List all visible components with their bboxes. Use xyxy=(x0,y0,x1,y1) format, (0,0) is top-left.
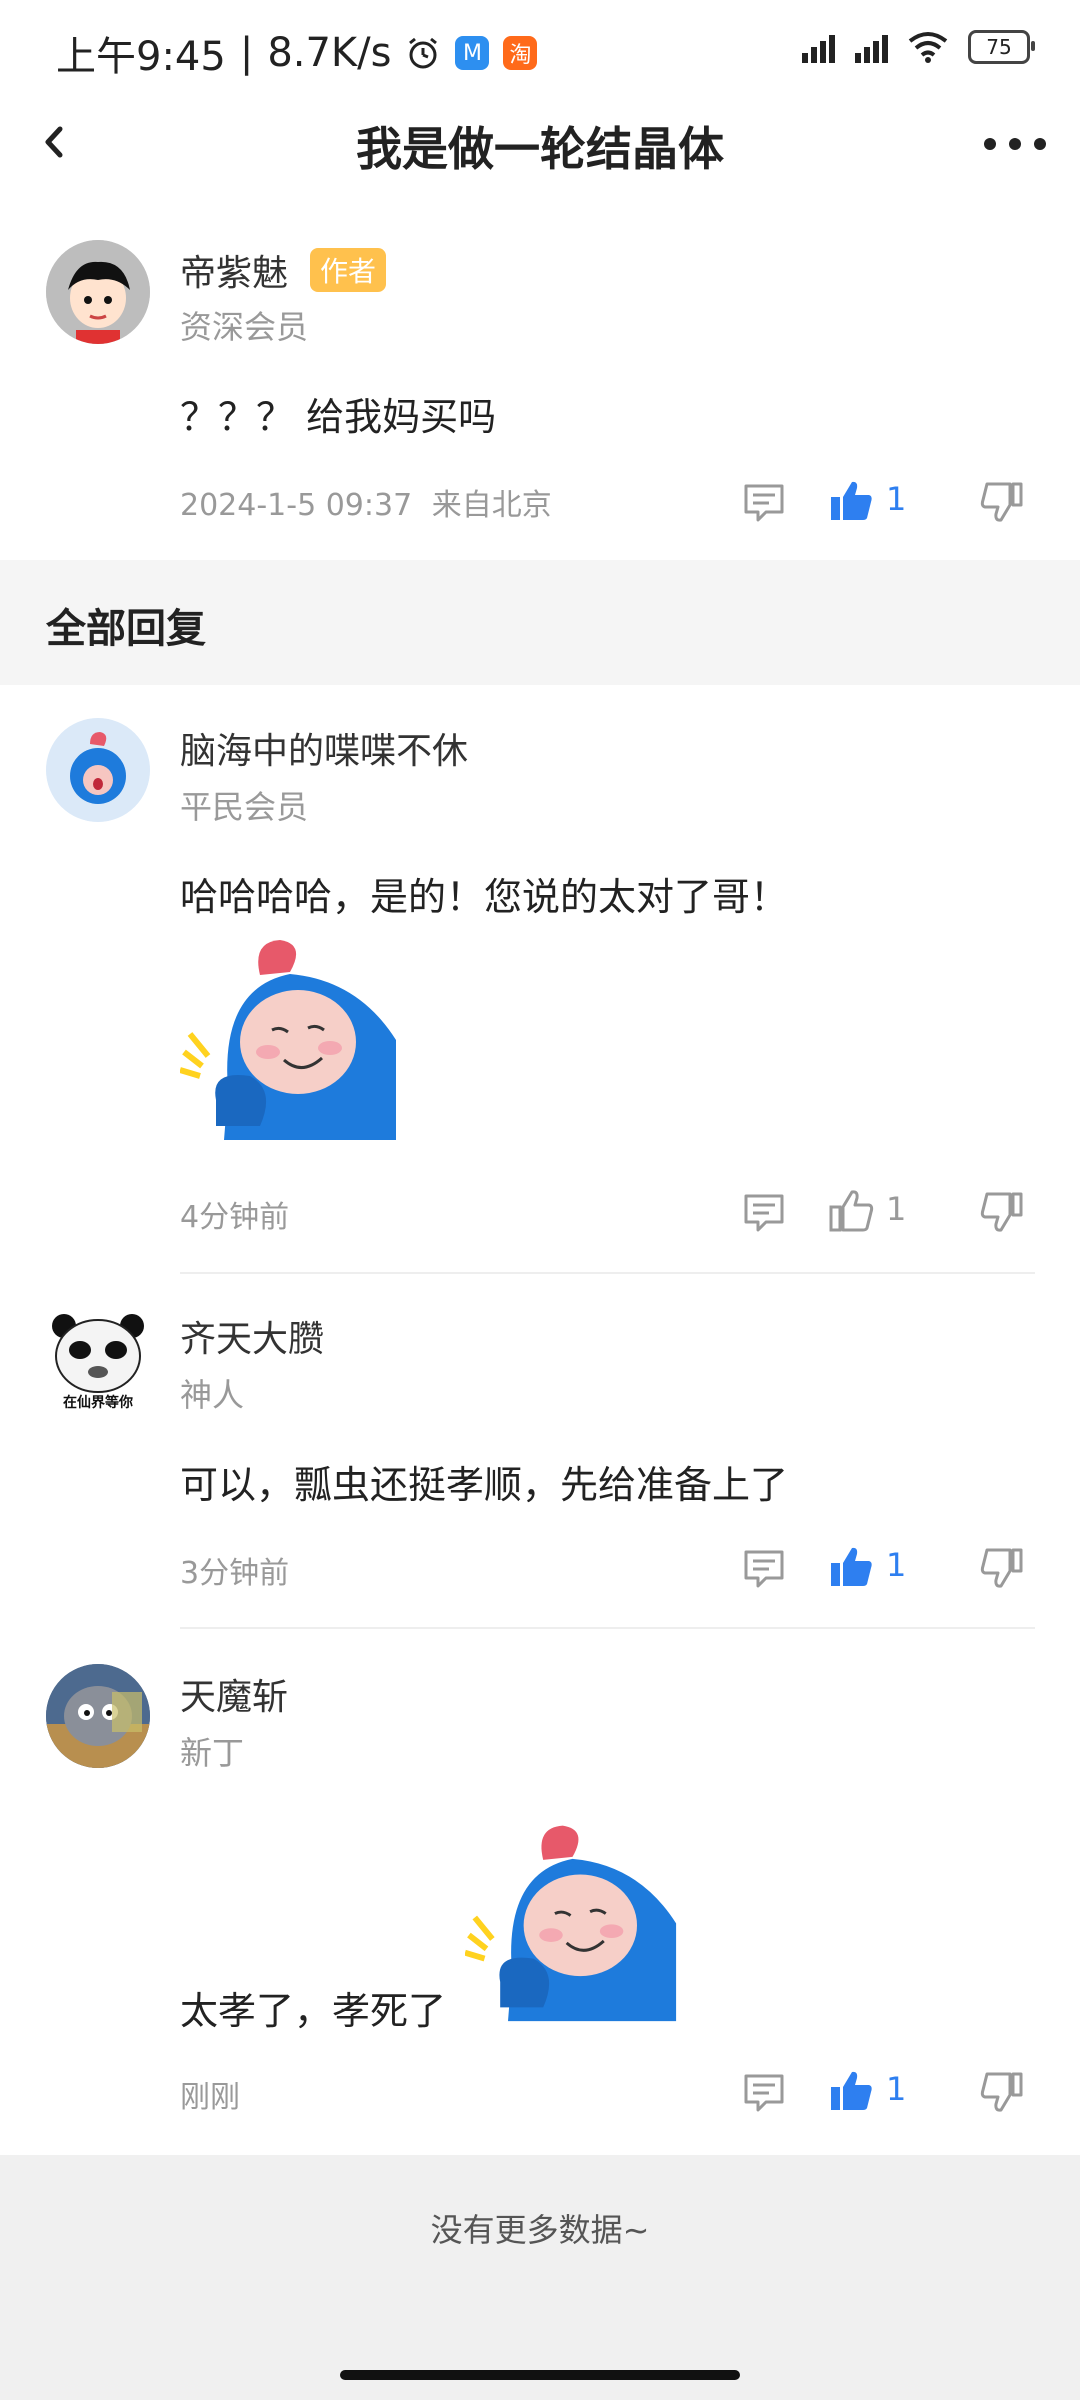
like-count: 1 xyxy=(886,2070,907,2108)
username[interactable]: 脑海中的喋喋不休 xyxy=(180,722,468,774)
dislike-icon[interactable] xyxy=(980,1190,1024,1234)
member-level: 平民会员 xyxy=(180,788,309,826)
status-bar: 上午9:45 | 8.7K/s M 淘 75 xyxy=(0,0,1080,95)
status-left: 上午9:45 | 8.7K/s M 淘 xyxy=(56,24,538,82)
page-title: 我是做一轮结晶体 xyxy=(356,122,724,176)
mascot-avatar-icon xyxy=(46,718,150,822)
divider xyxy=(180,1627,1035,1629)
section-title: 全部回复 xyxy=(46,606,206,652)
comment-icon[interactable] xyxy=(742,480,786,524)
username[interactable]: 齐天大臜 xyxy=(180,1310,324,1362)
dislike-icon[interactable] xyxy=(980,2070,1024,2114)
comment-icon[interactable] xyxy=(742,1190,786,1234)
no-more-data-text: 没有更多数据~ xyxy=(430,2211,650,2249)
status-speed: 8.7K/s xyxy=(267,30,392,76)
like-icon[interactable] xyxy=(828,1544,874,1590)
more-icon[interactable] xyxy=(980,129,1050,159)
wifi-icon xyxy=(908,32,948,63)
cartoon-avatar-icon xyxy=(46,240,150,344)
reply-content: 哈哈哈哈，是的！您说的太对了哥！ xyxy=(180,875,789,919)
alarm-icon xyxy=(409,37,438,69)
comment-meta: 2024-1-5 09:37 来自北京 xyxy=(180,480,552,524)
comment-icon[interactable] xyxy=(742,1546,786,1590)
battery-level: 75 xyxy=(986,35,1012,59)
dislike-icon[interactable] xyxy=(980,480,1024,524)
comment-datetime: 2024-1-5 09:37 xyxy=(180,488,413,523)
username[interactable]: 天魔斩 xyxy=(180,1668,288,1720)
divider xyxy=(180,1272,1035,1274)
reply-time: 3分钟前 xyxy=(180,1556,290,1591)
hug-sticker-image xyxy=(465,1815,680,2022)
status-time: 上午9:45 xyxy=(56,34,226,80)
reply-time: 刚刚 xyxy=(180,2080,240,2115)
reply-content: 可以，瓢虫还挺孝顺，先给准备上了 xyxy=(180,1463,789,1507)
status-right: 75 xyxy=(802,30,1035,64)
list-footer: 没有更多数据~ xyxy=(0,2155,1080,2400)
like-icon[interactable] xyxy=(828,2068,874,2114)
section-header: 全部回复 xyxy=(0,560,1080,685)
like-count: 1 xyxy=(886,1190,907,1228)
nav-bar: 我是做一轮结晶体 xyxy=(0,95,1080,190)
avatar[interactable] xyxy=(46,1664,150,1768)
avatar[interactable]: 在仙界等你 xyxy=(46,1310,150,1414)
comment-icon[interactable] xyxy=(742,2070,786,2114)
like-count: 1 xyxy=(886,480,907,518)
author-badge: 作者 xyxy=(310,248,387,292)
cartoon-cat-avatar-icon xyxy=(46,1664,150,1768)
status-separator: | xyxy=(239,30,254,76)
app-notification-icon: M xyxy=(455,36,490,70)
main-comment: 帝紫魅 作者 资深会员 ？？？ 给我妈买吗 2024-1-5 09:37 来自北… xyxy=(0,190,1080,560)
reply-time: 4分钟前 xyxy=(180,1200,290,1235)
reply-content: 太孝了，孝死了 xyxy=(180,1989,447,2033)
like-icon[interactable] xyxy=(828,478,874,524)
like-count: 1 xyxy=(886,1546,907,1584)
like-icon[interactable] xyxy=(828,1188,874,1234)
hug-sticker-image xyxy=(180,930,400,1140)
member-level: 新丁 xyxy=(180,1734,245,1772)
avatar-caption: 在仙界等你 xyxy=(63,1395,133,1411)
signal-icon-2 xyxy=(855,31,888,63)
avatar[interactable] xyxy=(46,240,150,344)
avatar[interactable] xyxy=(46,718,150,822)
comment-content: ？？？ 给我妈买吗 xyxy=(180,395,497,439)
signal-icon xyxy=(802,31,835,63)
member-level: 神人 xyxy=(180,1376,245,1414)
dislike-icon[interactable] xyxy=(980,1546,1024,1590)
home-indicator[interactable] xyxy=(340,2370,740,2380)
username[interactable]: 帝紫魅 xyxy=(180,244,288,296)
member-level: 资深会员 xyxy=(180,308,309,346)
comment-location: 来自北京 xyxy=(431,488,552,523)
battery-icon: 75 xyxy=(968,30,1035,64)
taobao-notification-icon: 淘 xyxy=(503,36,538,70)
